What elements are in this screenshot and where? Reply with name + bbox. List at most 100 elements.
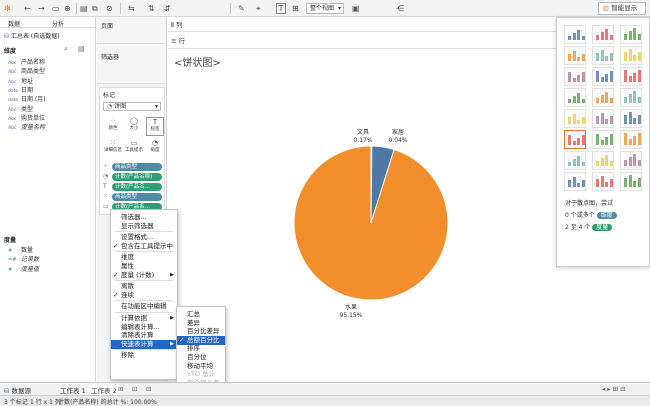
save-icon[interactable]: ▭ — [52, 3, 60, 14]
chart-type-thumbnail[interactable] — [592, 25, 614, 44]
chart-type-thumbnail[interactable] — [592, 130, 614, 149]
tab-sheet-2[interactable]: 工作表 2 — [88, 385, 120, 395]
add-datasource-icon[interactable]: ⊕ — [64, 3, 71, 14]
marks-pill[interactable]: 计数(产品名称) — [112, 173, 162, 181]
chart-type-thumbnail[interactable] — [564, 109, 586, 128]
chart-type-thumbnail[interactable] — [620, 109, 642, 128]
dimension-field[interactable]: Abc 度量名称 — [8, 123, 45, 132]
menu-item[interactable]: 快速表计算 ▶ — [111, 339, 177, 349]
dimension-field[interactable]: date 日期 — [8, 86, 33, 95]
marks-tooltip-button[interactable]: ▭ 工具提示 — [125, 139, 143, 158]
marks-pill[interactable]: 商品类型 — [112, 163, 162, 171]
highlight-icon[interactable]: ✎ — [238, 3, 245, 14]
measure-field[interactable]: =# 记录数 — [8, 255, 39, 264]
chart-type-thumbnail[interactable] — [564, 88, 586, 107]
chart-type-thumbnail[interactable] — [564, 151, 586, 170]
columns-shelf[interactable]: ⦀ 列 — [171, 19, 182, 30]
chart-type-thumbnail[interactable] — [564, 130, 586, 149]
chart-type-thumbnail[interactable] — [592, 172, 614, 191]
marks-angle-button[interactable]: ◔ 角度 — [146, 139, 164, 158]
new-sheet-icon[interactable]: ⊞ — [118, 385, 123, 393]
sort-asc-icon[interactable]: ⇅ — [148, 3, 155, 14]
chart-type-thumbnail[interactable] — [592, 151, 614, 170]
status-rows: 1 行 x 1 列 — [30, 399, 61, 406]
view-options-icon[interactable]: ▤ — [78, 45, 85, 53]
marks-pill[interactable]: 商品类型 — [112, 193, 162, 201]
back-icon[interactable]: ← — [24, 3, 31, 14]
show-me-hint: 对于散点图，尝试 — [565, 200, 614, 207]
measure-field[interactable]: # 数量 — [8, 246, 33, 255]
search-icon[interactable]: ⌕ — [64, 45, 68, 54]
dimension-field[interactable]: date 日期 (月) — [8, 95, 46, 104]
chart-type-thumbnail[interactable] — [620, 172, 642, 191]
chart-type-thumbnail[interactable] — [564, 25, 586, 44]
chart-type-thumbnail[interactable] — [620, 130, 642, 149]
chart-type-thumbnail[interactable] — [592, 109, 614, 128]
thumbnail-mark — [581, 162, 585, 166]
dimension-field[interactable]: Abc 类型 — [8, 105, 33, 114]
new-dashboard-icon[interactable]: ⊡ — [132, 385, 137, 393]
marks-label-button[interactable]: T 标签 — [146, 117, 164, 136]
tab-sheet-1[interactable]: 工作表 1 — [60, 385, 86, 395]
new-story-icon[interactable]: ⊟ — [146, 385, 151, 393]
menu-item[interactable]: 移除 — [111, 351, 177, 360]
rows-shelf[interactable]: ≡ 行 — [171, 35, 185, 45]
swap-icon[interactable]: ⇆ — [128, 3, 135, 14]
dimension-field[interactable]: Abc 产品名称 — [8, 58, 45, 67]
chart-type-thumbnail[interactable] — [620, 46, 642, 65]
chart-type-thumbnail[interactable] — [564, 46, 586, 65]
chart-type-thumbnail[interactable] — [564, 172, 586, 191]
chart-type-thumbnail[interactable] — [620, 88, 642, 107]
chart-type-thumbnail[interactable] — [592, 88, 614, 107]
thumbnail-mark — [633, 181, 636, 187]
menu-item-label: 百分比差异 — [187, 327, 220, 336]
marks-size-button[interactable]: ◯ 大小 — [125, 117, 143, 136]
clear-icon[interactable]: ⊘ — [106, 3, 113, 14]
tableau-logo-icon[interactable]: ✻ — [4, 3, 11, 14]
datasource-icon: ⛁ — [4, 33, 10, 40]
tab-datasource[interactable]: ⛁ 数据源 — [4, 385, 31, 395]
mark-type-dropdown[interactable]: ◔ 饼图 ▾ — [103, 102, 161, 111]
dimension-field[interactable]: Abc 购货单位 — [8, 114, 45, 123]
new-sheet-icon[interactable]: ▤ — [80, 3, 88, 14]
marks-detail-button[interactable]: ⁙ 详细信息 — [104, 139, 122, 158]
measure-field[interactable]: # 度量值 — [8, 265, 39, 274]
tab-nav-icons[interactable]: ◂ ▸ ⊞ ⊟ — [602, 385, 626, 393]
menu-item[interactable]: ✓ 包含在工具提示中 — [111, 242, 177, 251]
fix-axes-icon[interactable]: ⊞ — [292, 3, 299, 14]
marks-color-button[interactable]: ⁘ 颜色 — [104, 117, 122, 136]
share-icon[interactable]: ⋲ — [396, 3, 404, 14]
view-dropdown[interactable]: 整个视图 ▾ — [306, 3, 344, 14]
present-icon[interactable]: ▣ — [352, 3, 360, 14]
hint-line-2-text: 2 至 4 个 — [565, 224, 591, 231]
duplicate-icon[interactable]: ⧉ — [92, 3, 98, 14]
chart-type-thumbnail[interactable] — [592, 46, 614, 65]
dimension-field[interactable]: Abc 地址 — [8, 77, 33, 86]
menu-item[interactable]: ✓ 连续 — [111, 291, 177, 300]
datasource-row[interactable]: ⛁ 汇总表 (自选数据) — [4, 31, 60, 40]
pie-label-1: 文具 — [357, 128, 369, 136]
menu-item[interactable]: ✓ 度量 (计数) ▶ — [111, 271, 177, 280]
label-icon[interactable]: T — [276, 3, 286, 14]
pie-label-0: 水果 — [345, 303, 357, 311]
pie-slice-0[interactable] — [293, 145, 449, 301]
dimension-field[interactable]: Abc 商品类型 — [8, 67, 45, 76]
menu-item[interactable]: 在功能区中编辑 — [111, 302, 177, 311]
tab-analysis[interactable]: 分析 — [52, 19, 64, 28]
chart-type-thumbnail[interactable] — [592, 67, 614, 86]
thumbnail-mark — [581, 72, 585, 82]
chart-type-thumbnail[interactable] — [620, 25, 642, 44]
chart-type-thumbnail[interactable] — [564, 67, 586, 86]
chart-type-thumbnail[interactable] — [620, 151, 642, 170]
forward-icon[interactable]: → — [38, 3, 45, 14]
menu-item[interactable]: 显示筛选器 — [111, 222, 177, 231]
tab-data[interactable]: 数据 — [8, 19, 20, 28]
group-icon[interactable]: ⌖ — [256, 3, 261, 14]
sort-desc-icon[interactable]: ⇵ — [164, 3, 171, 14]
marks-header: 标记 — [103, 92, 116, 99]
marks-pill[interactable]: 计数(产品名... — [112, 183, 162, 191]
show-me-button[interactable]: ▥ 智能显示 — [598, 2, 646, 15]
marks-button-label: 颜色 — [108, 126, 118, 131]
chart-type-thumbnail[interactable] — [620, 67, 642, 86]
thumbnail-mark — [596, 98, 599, 103]
